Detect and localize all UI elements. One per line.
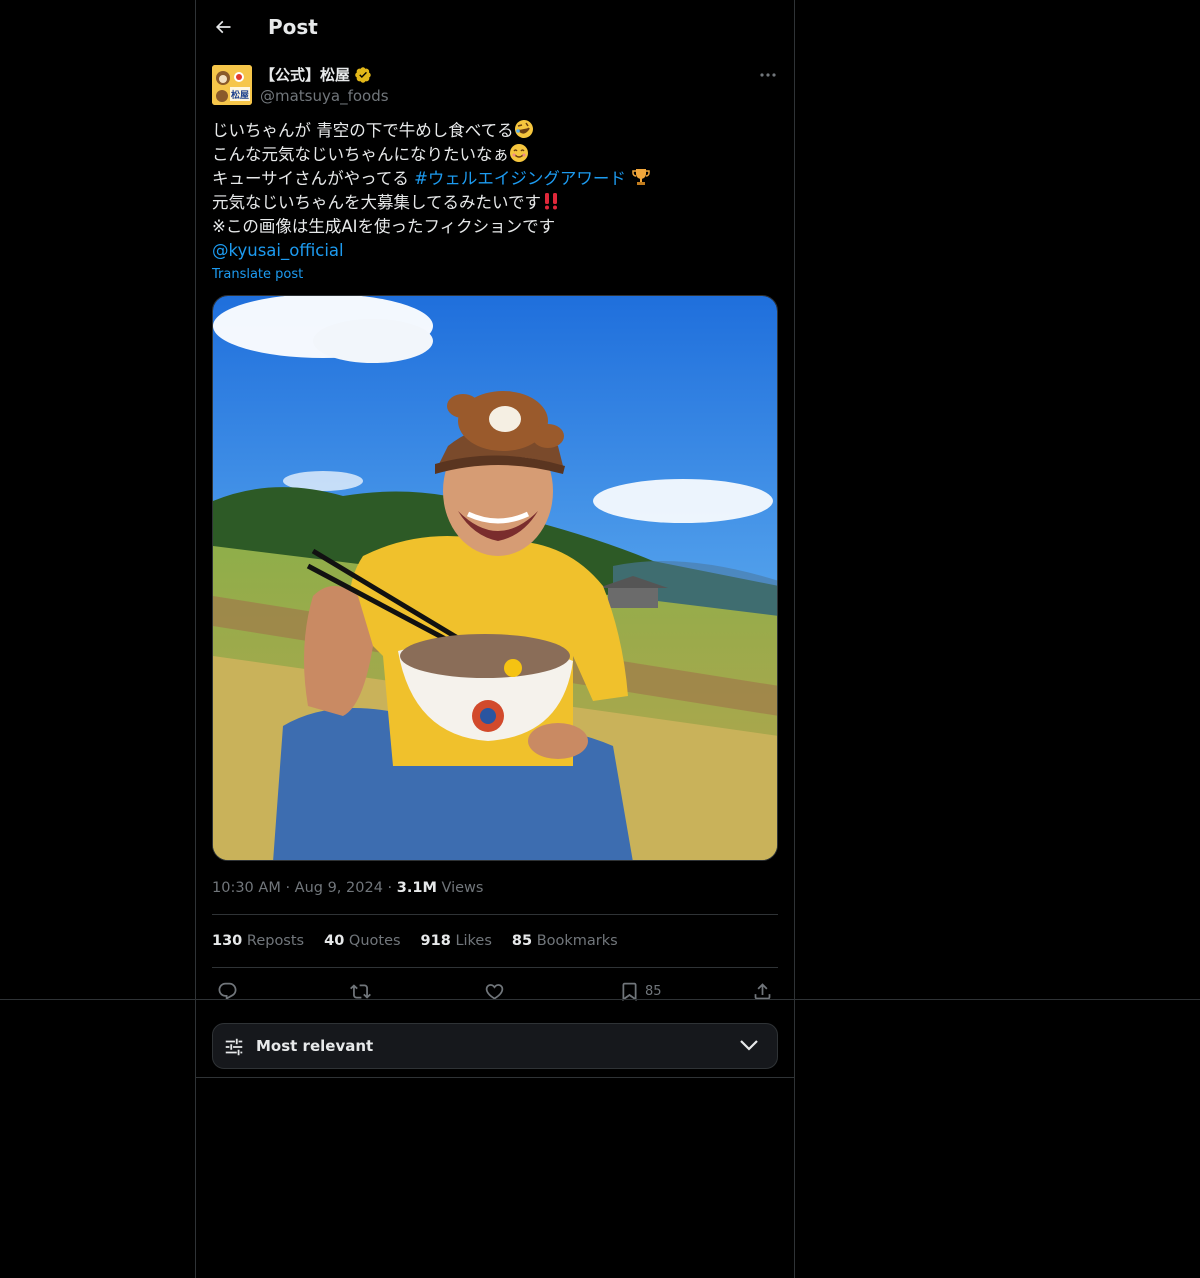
avatar[interactable]: 松屋 bbox=[212, 65, 252, 105]
post-line: じいちゃんが 青空の下で牛めし食べてる bbox=[212, 119, 778, 143]
arrow-left-icon bbox=[215, 20, 231, 34]
smiling-face-emoji-icon bbox=[510, 144, 528, 162]
post-line-text: じいちゃんが 青空の下で牛めし食べてる bbox=[212, 121, 514, 140]
avatar-image: 松屋 bbox=[212, 65, 252, 105]
post-line-text: 元気なじいちゃんを大募集してるみたいです bbox=[212, 193, 542, 212]
meta-separator: · bbox=[387, 880, 397, 896]
divider bbox=[212, 914, 778, 915]
author-name-row[interactable]: 【公式】松屋 bbox=[260, 64, 372, 86]
back-button[interactable] bbox=[208, 12, 238, 42]
hashtag-link[interactable]: #ウェルエイジングアワード bbox=[414, 169, 626, 188]
section-divider bbox=[0, 999, 1200, 1000]
reposts-stat[interactable]: 130 Reposts bbox=[212, 931, 304, 951]
views-count: 3.1M bbox=[396, 880, 437, 896]
likes-label: Likes bbox=[455, 933, 492, 949]
author-handle[interactable]: @matsuya_foods bbox=[260, 86, 389, 106]
reposts-label: Reposts bbox=[246, 933, 305, 949]
post-line-text: こんな元気なじいちゃんになりたいなぁ bbox=[212, 145, 509, 164]
page-title: Post bbox=[268, 15, 318, 39]
chevron-down-icon bbox=[740, 1040, 758, 1051]
bookmarks-stat[interactable]: 85 Bookmarks bbox=[512, 931, 618, 951]
sort-label: Most relevant bbox=[256, 1037, 374, 1055]
more-options-button[interactable] bbox=[754, 64, 782, 86]
post-date[interactable]: Aug 9, 2024 bbox=[295, 880, 383, 896]
post-line: 元気なじいちゃんを大募集してるみたいです bbox=[212, 191, 778, 215]
bookmark-count: 85 bbox=[645, 983, 662, 999]
post-text: じいちゃんが 青空の下で牛めし食べてる こんな元気なじいちゃんになりたいなぁ キ… bbox=[212, 119, 778, 263]
reposts-count: 130 bbox=[212, 933, 243, 949]
post-meta: 10:30 AM · Aug 9, 2024 · 3.1M Views bbox=[212, 878, 483, 898]
engagement-stats: 130 Reposts 40 Quotes 918 Likes 85 Bookm… bbox=[212, 931, 618, 951]
section-divider bbox=[195, 1077, 795, 1078]
sliders-icon bbox=[225, 1038, 243, 1056]
post-image-illustration bbox=[213, 296, 777, 860]
quotes-label: Quotes bbox=[348, 933, 401, 949]
trophy-emoji-icon bbox=[632, 169, 650, 185]
avatar-logo-text: 松屋 bbox=[231, 89, 249, 101]
post-line-text: キューサイさんがやってる bbox=[212, 169, 415, 188]
divider bbox=[212, 967, 778, 968]
author-display-name: 【公式】松屋 bbox=[260, 66, 351, 84]
post-line: ※この画像は生成AIを使ったフィクションです bbox=[212, 217, 556, 236]
post-image[interactable] bbox=[212, 295, 778, 861]
post-line: こんな元気なじいちゃんになりたいなぁ bbox=[212, 143, 778, 167]
verified-badge-icon bbox=[355, 67, 371, 83]
post-time[interactable]: 10:30 AM bbox=[212, 880, 281, 896]
more-horizontal-icon bbox=[760, 73, 776, 77]
quotes-count: 40 bbox=[324, 933, 345, 949]
reply-sort-dropdown[interactable]: Most relevant bbox=[212, 1023, 778, 1069]
rolling-laughing-emoji-icon bbox=[514, 120, 533, 138]
bookmarks-count: 85 bbox=[511, 933, 533, 949]
views-label: Views bbox=[441, 880, 484, 896]
double-exclamation-emoji-icon bbox=[545, 193, 558, 210]
post-line: キューサイさんがやってる #ウェルエイジングアワード bbox=[212, 167, 778, 191]
quotes-stat[interactable]: 40 Quotes bbox=[324, 931, 400, 951]
mention-link[interactable]: @kyusai_official bbox=[212, 239, 778, 263]
translate-post-link[interactable]: Translate post bbox=[212, 266, 303, 284]
likes-stat[interactable]: 918 Likes bbox=[421, 931, 492, 951]
likes-count: 918 bbox=[420, 933, 451, 949]
bookmarks-label: Bookmarks bbox=[536, 933, 618, 949]
meta-separator: · bbox=[285, 880, 295, 896]
